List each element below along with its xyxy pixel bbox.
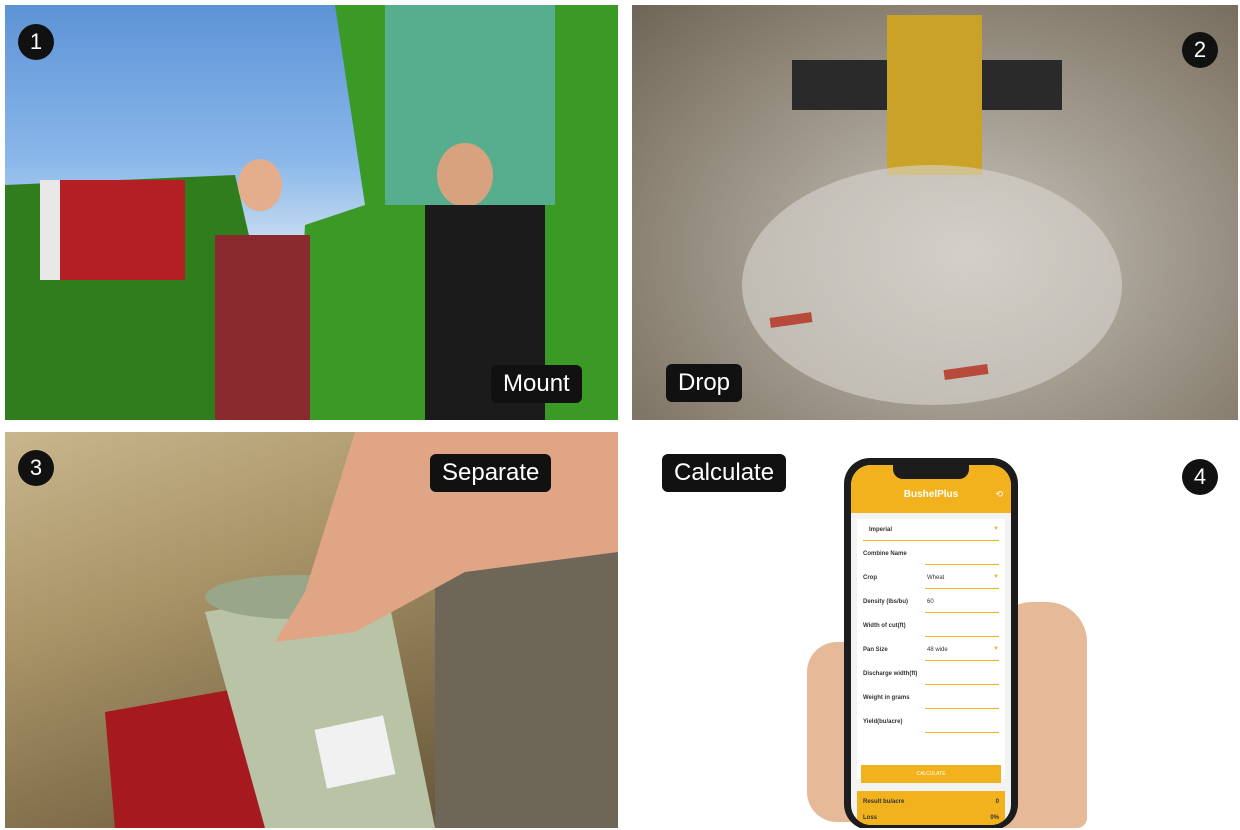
chevron-down-icon: ▼ bbox=[993, 646, 999, 652]
chevron-down-icon: ▼ bbox=[993, 526, 999, 532]
phone-notch bbox=[893, 465, 969, 479]
app-title: BushelPlus bbox=[903, 489, 959, 500]
phone-screen: BushelPlus ⟲ Imperial ▼ Combine Name Cro… bbox=[851, 465, 1011, 825]
chevron-down-icon: ▼ bbox=[993, 574, 999, 580]
panel-mount-photo: 1 Mount bbox=[5, 5, 618, 420]
unit-select-value: Imperial bbox=[869, 527, 893, 533]
smartphone: BushelPlus ⟲ Imperial ▼ Combine Name Cro… bbox=[844, 458, 1018, 828]
result-panel: Result bu/acre 0 Loss 0% bbox=[857, 791, 1005, 825]
calculator-form: Imperial ▼ Combine Name Crop Wheat ▼ Den… bbox=[857, 519, 1005, 779]
panel-separate-photo: 3 Separate bbox=[5, 432, 618, 828]
step-number-badge: 4 bbox=[1182, 459, 1218, 495]
weight-field[interactable]: Weight in grams bbox=[863, 691, 999, 709]
discharge-width-field[interactable]: Discharge width(ft) bbox=[863, 667, 999, 685]
step-label-drop: Drop bbox=[666, 364, 743, 402]
step-label-calculate: Calculate bbox=[662, 454, 787, 492]
crop-select[interactable]: Crop Wheat ▼ bbox=[863, 571, 999, 589]
density-field[interactable]: Density (lbs/bu) 60 bbox=[863, 595, 999, 613]
pan-size-select[interactable]: Pan Size 48 wide ▼ bbox=[863, 643, 999, 661]
result-label: Result bu/acre bbox=[863, 799, 905, 805]
combine-aerial-photo bbox=[742, 15, 1122, 405]
step-number-badge: 2 bbox=[1182, 32, 1218, 68]
combine-name-field[interactable]: Combine Name bbox=[863, 547, 999, 565]
step-number-badge: 1 bbox=[18, 24, 54, 60]
panel-drop-photo: 2 Drop bbox=[632, 5, 1238, 420]
step-number-badge: 3 bbox=[18, 450, 54, 486]
unit-select[interactable]: Imperial ▼ bbox=[863, 523, 999, 541]
calculate-button[interactable]: CALCULATE bbox=[861, 765, 1001, 783]
panel-calculate-app: BushelPlus ⟲ Imperial ▼ Combine Name Cro… bbox=[632, 432, 1238, 828]
loss-value: 0% bbox=[990, 815, 999, 821]
loss-label: Loss bbox=[863, 815, 878, 821]
step-label-mount: Mount bbox=[491, 365, 582, 403]
history-icon[interactable]: ⟲ bbox=[995, 489, 1003, 500]
result-value: 0 bbox=[995, 799, 999, 805]
step-label-separate: Separate bbox=[430, 454, 552, 492]
width-of-cut-field[interactable]: Width of cut(ft) bbox=[863, 619, 999, 637]
yield-field[interactable]: Yield(bu/acre) bbox=[863, 715, 999, 733]
combine-header-photo bbox=[5, 5, 618, 420]
